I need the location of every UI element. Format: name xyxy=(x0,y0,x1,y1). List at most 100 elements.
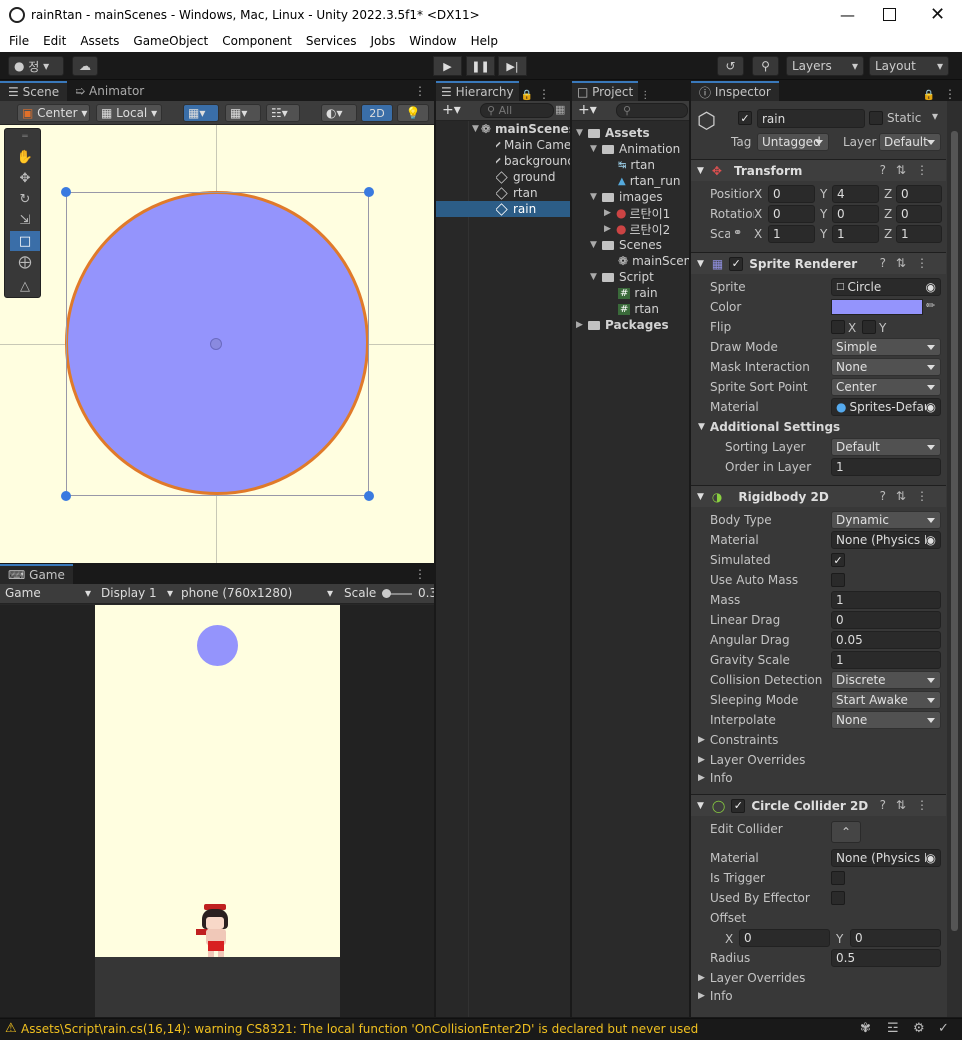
console-message[interactable]: Assets\Script\rain.cs(16,14): warning CS… xyxy=(21,1022,698,1036)
progress-icon[interactable]: ⚙ xyxy=(913,1021,925,1036)
object-name-field[interactable]: rain xyxy=(757,109,865,128)
history-icon[interactable]: ↺ xyxy=(717,56,744,76)
status-ok-icon[interactable]: ✓ xyxy=(938,1021,949,1036)
menu-component[interactable]: Component xyxy=(222,34,292,48)
2d-toggle[interactable]: 2D xyxy=(361,104,393,122)
layout-dropdown[interactable]: Layout ▾ xyxy=(869,56,949,76)
position-z-field[interactable]: 0 xyxy=(896,185,942,203)
object-picker-icon[interactable]: ◉ xyxy=(926,533,936,547)
minimize-icon[interactable]: — xyxy=(840,6,855,24)
menu-help[interactable]: Help xyxy=(471,34,498,48)
game-menu-icon[interactable]: ⋮ xyxy=(406,564,434,584)
ruler-button[interactable]: ☷▾ xyxy=(266,104,300,122)
rotate-tool-icon[interactable]: ↻ xyxy=(10,189,40,209)
scale-x-field[interactable]: 1 xyxy=(768,225,815,243)
body-type-dropdown[interactable]: Dynamic xyxy=(831,511,941,529)
close-icon[interactable]: ✕ xyxy=(930,4,945,25)
hierarchy-search-input[interactable]: ⚲ All xyxy=(480,103,554,118)
scale-slider-thumb[interactable] xyxy=(382,589,391,598)
hierarchy-item[interactable]: ground xyxy=(496,169,570,185)
color-swatch[interactable] xyxy=(831,299,923,315)
project-folder-scenes[interactable]: ▼ Scenes xyxy=(590,237,662,253)
menu-gameobject[interactable]: GameObject xyxy=(133,34,208,48)
project-add-button[interactable]: +▾ xyxy=(578,102,597,118)
layers-dropdown[interactable]: Layers ▾ xyxy=(786,56,864,76)
gravity-scale-field[interactable]: 1 xyxy=(831,651,941,669)
hierarchy-item[interactable]: rtan xyxy=(496,185,570,201)
play-button[interactable]: ▶ xyxy=(433,56,462,76)
grid-snap-button[interactable]: ▦▾ xyxy=(183,104,219,122)
component-header-icons[interactable]: ?⇅⋮ xyxy=(880,489,938,503)
display-dropdown[interactable]: Display 1 ▾ xyxy=(101,586,173,600)
object-picker-icon[interactable]: ◉ xyxy=(926,280,936,294)
handle-bottom-right[interactable] xyxy=(364,491,374,501)
menu-assets[interactable]: Assets xyxy=(80,34,119,48)
snap-increment-button[interactable]: ▦▾ xyxy=(225,104,261,122)
layer-dropdown[interactable]: Default xyxy=(879,133,941,151)
sprite-renderer-enabled-checkbox[interactable]: ✓ xyxy=(729,256,744,271)
rect-tool-icon[interactable]: □ xyxy=(10,231,40,251)
linear-drag-field[interactable]: 0 xyxy=(831,611,941,629)
game-mode-dropdown[interactable]: Game ▾ xyxy=(5,586,91,600)
tab-scene[interactable]: ☰ Scene xyxy=(0,81,68,101)
tab-hierarchy[interactable]: ☰ Hierarchy xyxy=(436,81,519,101)
object-picker-icon[interactable]: ◉ xyxy=(926,400,936,414)
mask-interaction-dropdown[interactable]: None xyxy=(831,358,941,376)
position-x-field[interactable]: 0 xyxy=(768,185,815,203)
used-by-effector-checkbox[interactable] xyxy=(831,891,845,905)
menu-edit[interactable]: Edit xyxy=(43,34,66,48)
rotation-x-field[interactable]: 0 xyxy=(768,205,815,223)
flip-x-checkbox[interactable] xyxy=(831,320,845,334)
maximize-icon[interactable] xyxy=(883,8,896,21)
project-item[interactable]: # rain xyxy=(618,285,658,301)
sleeping-mode-dropdown[interactable]: Start Awake xyxy=(831,691,941,709)
circle-collider-enabled-checkbox[interactable]: ✓ xyxy=(731,798,746,813)
project-menu-icon[interactable]: ⋮ xyxy=(638,90,652,101)
scale-link-icon[interactable]: ⚭ xyxy=(733,226,742,239)
inspector-scrollbar[interactable] xyxy=(947,101,962,1017)
component-header-icons[interactable]: ?⇅⋮ xyxy=(880,256,938,270)
inspector-scroll-thumb[interactable] xyxy=(951,131,958,931)
tab-inspector[interactable]: ⓘ Inspector xyxy=(691,81,779,101)
project-item[interactable]: ▶ ● 르탄이2 xyxy=(604,221,670,237)
constraints-foldout[interactable]: ▶ Constraints xyxy=(698,730,778,750)
hierarchy-filter-icon[interactable]: ▦ xyxy=(555,103,565,116)
tab-animator[interactable]: ➯ Animator xyxy=(67,81,153,101)
component-header-icons[interactable]: ?⇅⋮ xyxy=(880,163,938,177)
flip-y-checkbox[interactable] xyxy=(862,320,876,334)
rb-material-field[interactable]: None (Physics Material 2D)◉ xyxy=(831,531,941,549)
menu-jobs[interactable]: Jobs xyxy=(371,34,396,48)
sprite-field[interactable]: □ Circle ◉ xyxy=(831,278,941,296)
transform-tool-icon[interactable]: ⨁ xyxy=(10,252,40,272)
object-picker-icon[interactable]: ◉ xyxy=(926,851,936,865)
custom-tool-icon[interactable]: △ xyxy=(10,276,40,296)
tab-project[interactable]: □ Project xyxy=(572,81,639,101)
hierarchy-scene-row[interactable]: ▼ ❁ mainScenes xyxy=(472,121,570,137)
draw-mode-button[interactable]: ◐▾ xyxy=(321,104,357,122)
step-button[interactable]: ▶| xyxy=(498,56,527,76)
account-button[interactable]: ● 정 ▾ xyxy=(8,56,64,76)
scale-tool-icon[interactable]: ⇲ xyxy=(10,210,40,230)
menu-services[interactable]: Services xyxy=(306,34,357,48)
scene-view[interactable]: ═ ✋ ✥ ↻ ⇲ □ ⨁ △ xyxy=(0,125,434,563)
cache-server-icon[interactable]: ☲ xyxy=(887,1021,899,1036)
simulated-checkbox[interactable]: ✓ xyxy=(831,553,845,567)
sorting-layer-dropdown[interactable]: Default xyxy=(831,438,941,456)
move-tool-icon[interactable]: ✥ xyxy=(10,168,40,188)
draw-mode-dropdown[interactable]: Simple xyxy=(831,338,941,356)
edit-collider-button[interactable]: ⌃ xyxy=(831,821,861,843)
interpolate-dropdown[interactable]: None xyxy=(831,711,941,729)
menu-window[interactable]: Window xyxy=(409,34,456,48)
pause-button[interactable]: ❚❚ xyxy=(466,56,495,76)
cc-material-field[interactable]: None (Physics Material 2D)◉ xyxy=(831,849,941,867)
rb-info-foldout[interactable]: ▶ Info xyxy=(698,768,733,788)
hierarchy-menu-icon[interactable]: ⋮ xyxy=(535,87,553,101)
offset-x-field[interactable]: 0 xyxy=(739,929,830,947)
rotation-y-field[interactable]: 0 xyxy=(832,205,879,223)
pivot-dropdown[interactable]: ▣ Center ▾ xyxy=(17,104,90,122)
inspector-lock-icon[interactable]: 🔒 xyxy=(920,90,938,101)
hierarchy-item[interactable]: Main Camera xyxy=(496,137,570,153)
position-y-field[interactable]: 4 xyxy=(832,185,879,203)
eyedropper-icon[interactable]: ✏ xyxy=(926,299,935,312)
project-item[interactable]: # rtan xyxy=(618,301,659,317)
